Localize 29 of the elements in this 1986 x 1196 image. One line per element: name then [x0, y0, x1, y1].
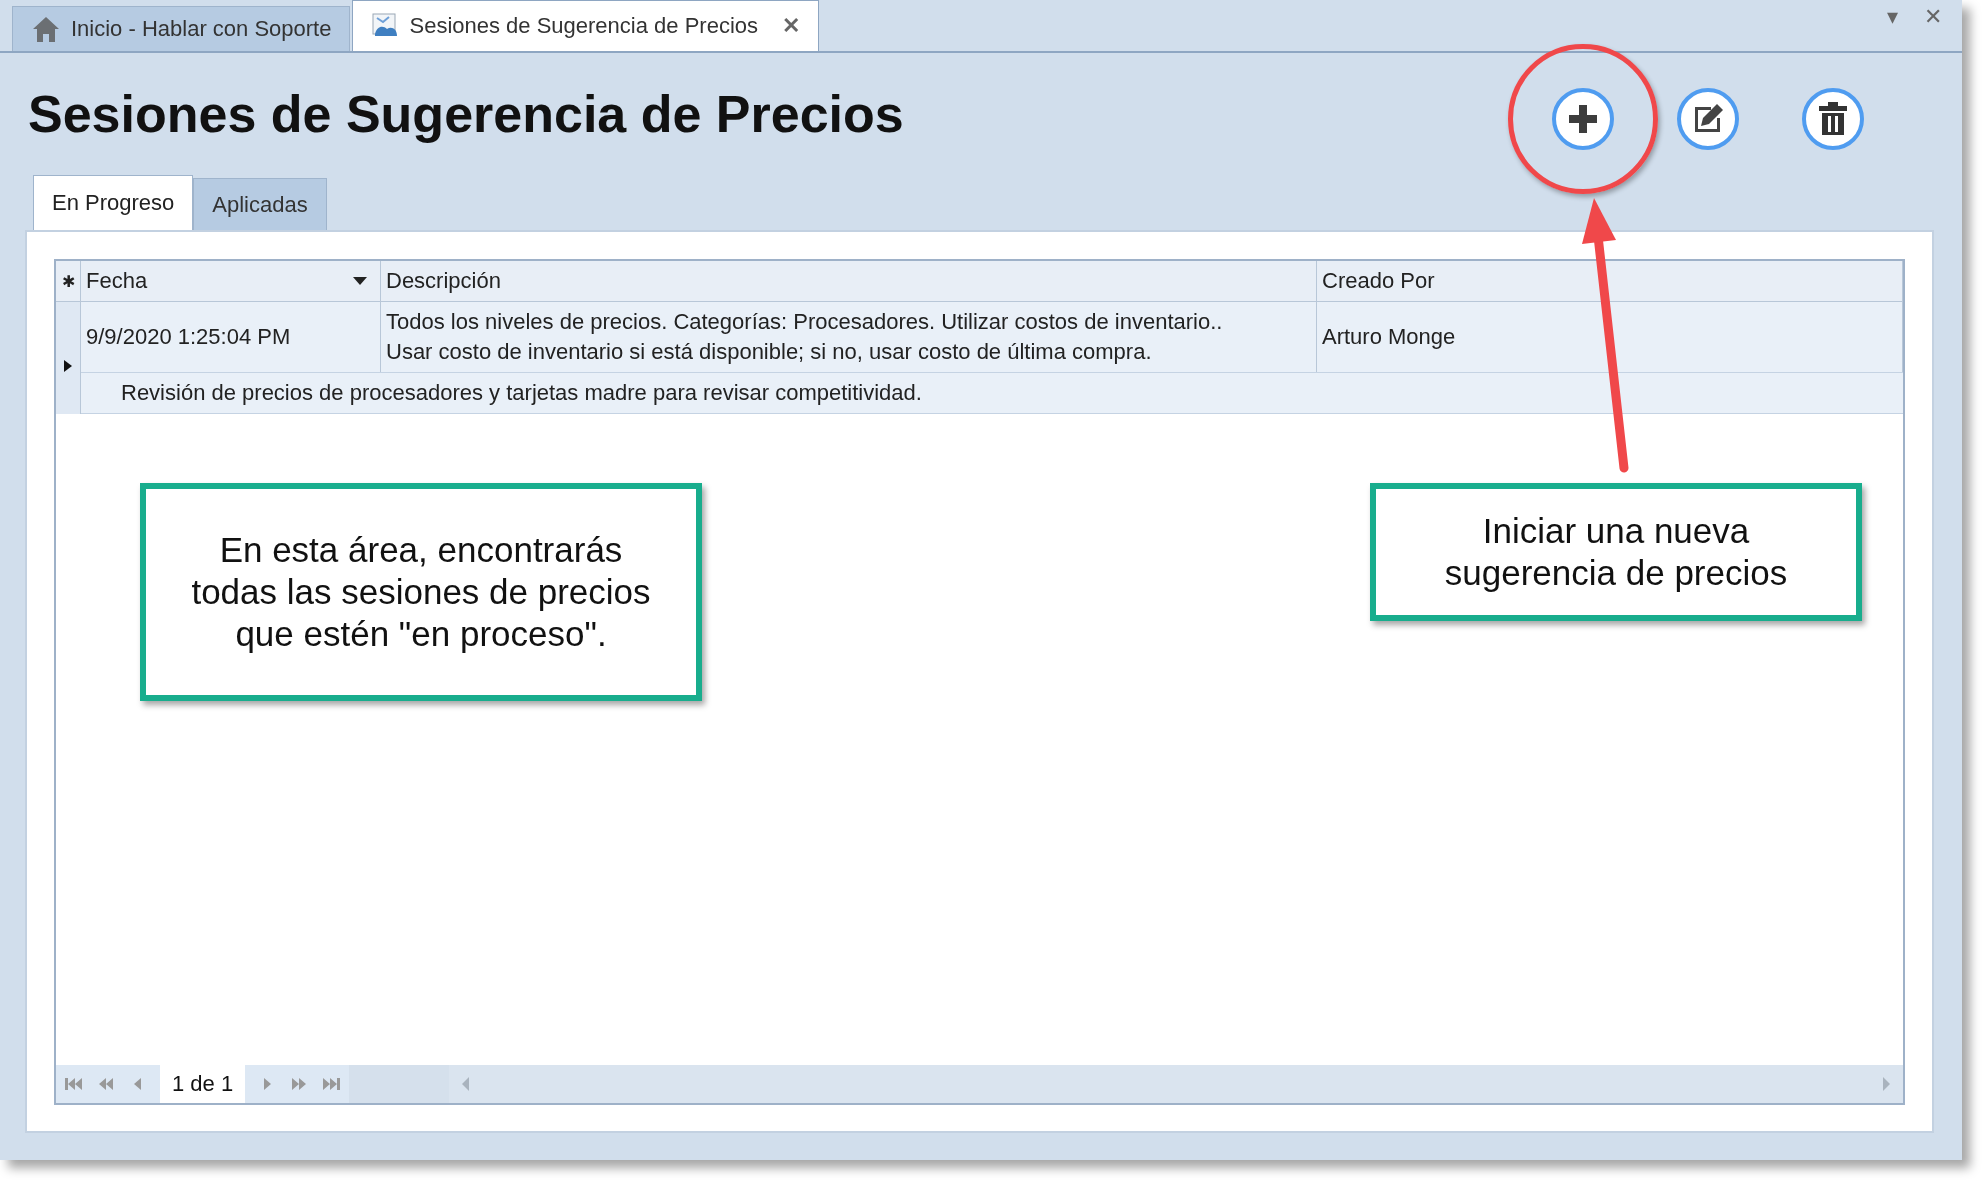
plus-icon [1566, 102, 1600, 136]
first-page-icon[interactable] [64, 1077, 84, 1091]
row-preview: Revisión de precios de procesadores y tarjetas madre para revisar competitividad. [81, 373, 1903, 414]
page-title: Sesiones de Sugerencia de Precios [28, 84, 904, 144]
column-header[interactable]: Descripción [381, 261, 1317, 301]
dropdown-icon[interactable] [353, 277, 367, 285]
window-control[interactable]: ▾ [1887, 4, 1898, 30]
scroll-right-icon[interactable] [1881, 1077, 1891, 1091]
document-tab[interactable]: Inicio - Hablar con Soporte [12, 6, 351, 51]
scroll-left-icon[interactable] [461, 1077, 472, 1091]
trash-icon [1816, 101, 1850, 137]
table-cell: Arturo Monge [1317, 302, 1903, 372]
callout-box: En esta área, encontrarás todas las sesiones de precios que estén "en proceso". [140, 483, 702, 701]
new-row-cell[interactable]: ✱ [56, 261, 81, 301]
callout-box: Iniciar una nueva sugerencia de precios [1370, 483, 1862, 621]
house-icon [31, 15, 61, 43]
column-header[interactable]: Fecha [81, 261, 381, 301]
horizontal-scrollbar[interactable] [449, 1065, 1903, 1103]
table-cell: Todos los niveles de precios. Categorías: Procesadores. Utilizar costos de inventario.. Usar costo de inventario si está disponible; si no, usar costo de última compra. [381, 302, 1317, 372]
document-tab[interactable]: Sesiones de Sugerencia de Precios ✕ [352, 0, 820, 51]
column-header[interactable]: Creado Por [1317, 261, 1903, 301]
tab[interactable]: Aplicadas [193, 178, 327, 230]
window-control[interactable]: ✕ [1924, 4, 1942, 30]
row-indicator[interactable] [56, 302, 81, 414]
page-indicator: 1 de 1 [160, 1065, 246, 1103]
last-page-icon[interactable] [321, 1077, 342, 1091]
close-icon[interactable]: ✕ [782, 13, 801, 39]
tab[interactable]: En Progreso [33, 175, 194, 230]
table-cell: 9/9/2020 1:25:04 PM [81, 302, 381, 372]
